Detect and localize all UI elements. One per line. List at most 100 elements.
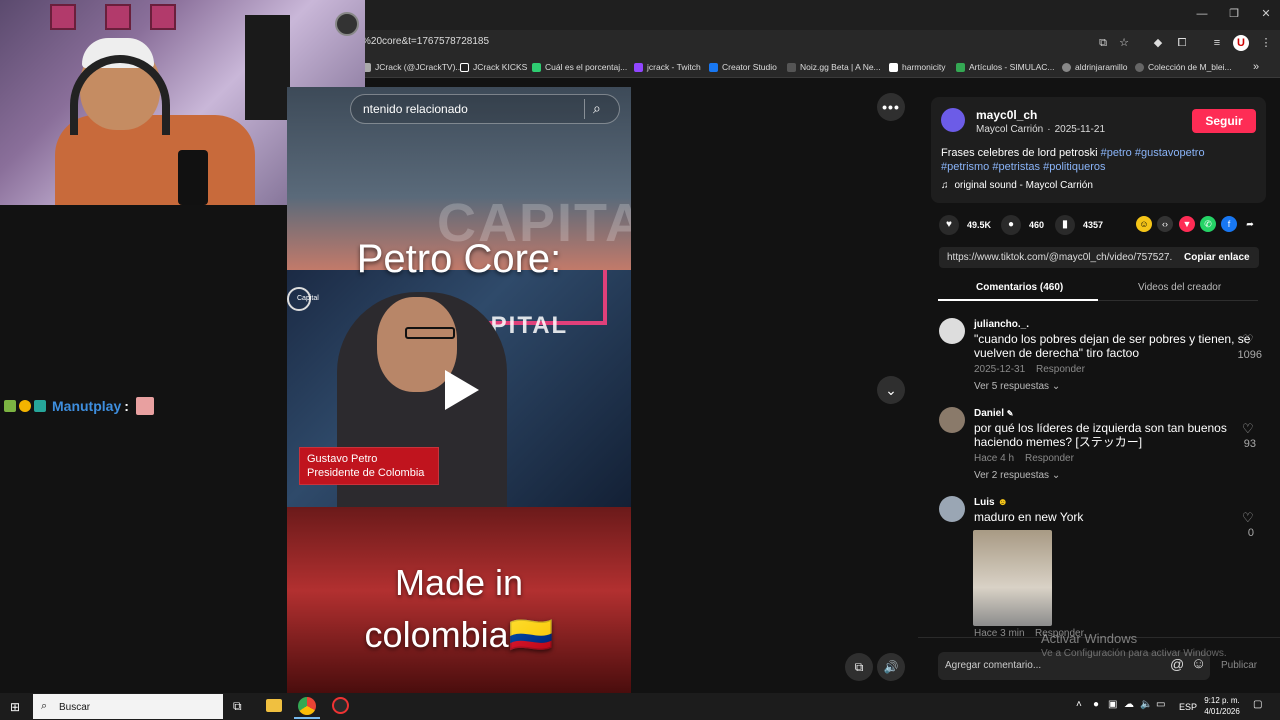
tab-comments[interactable]: Comentarios (460): [976, 282, 1063, 293]
bookmark-item[interactable]: jcrack - Twitch: [634, 60, 701, 74]
more-bookmarks-icon[interactable]: »: [1248, 59, 1264, 75]
hashtag-link[interactable]: #gustavopetro: [1135, 147, 1205, 159]
tab-creator-videos[interactable]: Videos del creador: [1138, 282, 1221, 293]
embed-code-icon[interactable]: ‹›: [1157, 216, 1173, 232]
comment-action[interactable]: ● 460: [1001, 215, 1044, 235]
commenter-name[interactable]: Luis ☻: [974, 497, 1008, 508]
bookmark-label: Creator Studio: [722, 62, 777, 72]
bookmark-label: JCrack (@JCrackTV)...: [375, 62, 463, 72]
taskbar-clock[interactable]: 9:12 p. m. 4/01/2026: [1202, 696, 1242, 716]
commenter-avatar[interactable]: [939, 496, 965, 522]
address-bar[interactable]: %20core&t=1767578728185: [362, 36, 489, 47]
taskbar-search-label[interactable]: Buscar: [59, 702, 90, 713]
chevron-down-icon: ⌄: [1051, 470, 1061, 481]
send-icon[interactable]: ▼: [1179, 216, 1195, 232]
minimize-icon[interactable]: —: [1192, 6, 1212, 22]
bookmark-item[interactable]: Artículos - SIMULAC...: [956, 60, 1055, 74]
post-link-text[interactable]: https://www.tiktok.com/@mayc0l_ch/video/…: [947, 252, 1172, 263]
save-action[interactable]: ▮ 4357: [1055, 215, 1103, 235]
bookmark-item[interactable]: JCrack (@JCrackTV)...: [362, 60, 463, 74]
floating-player-icon[interactable]: ⧉: [845, 653, 873, 681]
like-action[interactable]: ♥ 49.5K: [939, 215, 991, 235]
hashtag-link[interactable]: #politiqueros: [1043, 161, 1105, 173]
wall-poster: [50, 4, 76, 30]
install-app-icon[interactable]: ⧉: [1095, 35, 1111, 51]
video-player[interactable]: CAPITAL CAPITAL Capital Gustavo Petro Pr…: [287, 87, 631, 693]
reply-button[interactable]: Responder: [1025, 453, 1074, 464]
comment-like-heart-icon[interactable]: ♡: [1242, 510, 1254, 526]
publish-button[interactable]: Publicar: [1221, 660, 1257, 671]
notification-icon[interactable]: ▢: [1253, 699, 1262, 710]
related-search-placeholder[interactable]: ntenido relacionado: [363, 102, 468, 116]
task-view-icon[interactable]: ⧉: [233, 699, 242, 714]
bookmark-item[interactable]: Colección de M_blei...: [1135, 60, 1232, 74]
video-title-top: Petro Core:: [356, 237, 562, 281]
taskbar-time: 9:12 p. m.: [1204, 696, 1240, 705]
microphone-icon[interactable]: ●: [1093, 699, 1099, 710]
comment-image[interactable]: [973, 530, 1052, 626]
commenter-name[interactable]: Daniel ✎: [974, 408, 1014, 419]
follow-button[interactable]: Seguir: [1192, 109, 1256, 133]
active-tab-indicator: [938, 299, 1098, 301]
tray-chevron-up-icon[interactable]: ˄: [1076, 699, 1082, 710]
author-username[interactable]: mayc0l_ch: [976, 108, 1037, 122]
restore-icon[interactable]: ❐: [1224, 6, 1244, 22]
bookmark-item[interactable]: aldrinjaramillo: [1062, 60, 1127, 74]
volume-icon[interactable]: 🔊: [877, 653, 905, 681]
onedrive-icon[interactable]: ☁: [1124, 699, 1134, 710]
share-arrow-icon[interactable]: ➦: [1242, 216, 1258, 232]
media-control-icon[interactable]: ≡: [1209, 35, 1225, 51]
whatsapp-icon[interactable]: ✆: [1200, 216, 1216, 232]
bookmark-item[interactable]: JCrack KICKS: [460, 60, 527, 74]
windows-start-icon[interactable]: ⊞: [10, 700, 20, 714]
extension-icon[interactable]: ◆: [1150, 35, 1166, 51]
hashtag-link[interactable]: #petristas: [992, 161, 1040, 173]
next-video-chevron-down-icon[interactable]: ⌄: [877, 376, 905, 404]
comment-input-placeholder[interactable]: Agregar comentario...: [945, 660, 1041, 671]
more-options-icon[interactable]: •••: [877, 93, 905, 121]
comment-text-line2: haciendo memes? [ステッカー]: [974, 435, 1143, 449]
hashtag-link[interactable]: #petro: [1101, 147, 1132, 159]
bookmark-item[interactable]: Creator Studio: [709, 60, 777, 74]
commenter-name[interactable]: juliancho._.: [974, 319, 1029, 330]
bookmark-star-icon[interactable]: ☆: [1116, 35, 1132, 51]
author-avatar[interactable]: [941, 108, 965, 132]
language-indicator[interactable]: ESP: [1179, 702, 1197, 712]
like-count: 49.5K: [967, 220, 992, 230]
author-display-name: Maycol Carrión: [976, 124, 1044, 135]
windows-activation-title: Activar Windows: [1041, 631, 1138, 646]
sound-link[interactable]: ♫ original sound - Maycol Carrión: [941, 180, 1093, 191]
tray-app-icon[interactable]: ▣: [1108, 699, 1117, 710]
search-icon[interactable]: ⌕: [593, 100, 601, 117]
bookmark-label: Cuál es el porcentaj...: [545, 62, 628, 72]
bookmark-item[interactable]: harmonicity: [889, 60, 945, 74]
view-replies-button[interactable]: Ver 5 respuestas ⌄: [974, 381, 1060, 392]
battery-icon[interactable]: ▭: [1156, 699, 1165, 710]
close-icon[interactable]: ✕: [1256, 6, 1276, 22]
copy-link-button[interactable]: Copiar enlace: [1184, 252, 1250, 263]
facebook-icon[interactable]: f: [1221, 216, 1237, 232]
volume-icon[interactable]: 🔈: [1140, 699, 1152, 710]
reply-button[interactable]: Responder: [1036, 364, 1085, 375]
hashtag-link[interactable]: #petrismo: [941, 161, 989, 173]
obs-icon[interactable]: [332, 697, 349, 714]
extensions-puzzle-icon[interactable]: ⧠: [1174, 35, 1190, 51]
comment-like-heart-icon[interactable]: ♡: [1242, 332, 1254, 348]
commenter-name-text: Daniel: [974, 408, 1005, 419]
play-icon[interactable]: [445, 370, 479, 410]
badge-icon: [4, 400, 16, 412]
share-friends-icon[interactable]: ☺: [1136, 216, 1152, 232]
view-replies-button[interactable]: Ver 2 respuestas ⌄: [974, 470, 1060, 481]
profile-avatar-icon[interactable]: U: [1233, 35, 1249, 51]
file-explorer-icon[interactable]: [266, 699, 282, 712]
browser-menu-icon[interactable]: ⋮: [1258, 35, 1274, 51]
heart-icon: ♥: [939, 215, 959, 235]
chrome-icon[interactable]: [298, 697, 316, 715]
bookmark-item[interactable]: Noiz.gg Beta | A Ne...: [787, 60, 881, 74]
commenter-avatar[interactable]: [939, 407, 965, 433]
meta-separator: ·: [1047, 124, 1051, 135]
bookmark-item[interactable]: Cuál es el porcentaj...: [532, 60, 627, 74]
comment-like-heart-icon[interactable]: ♡: [1242, 421, 1254, 437]
comment-text-line2: vuelven de derecha" tiro factoo: [974, 346, 1140, 360]
commenter-avatar[interactable]: [939, 318, 965, 344]
